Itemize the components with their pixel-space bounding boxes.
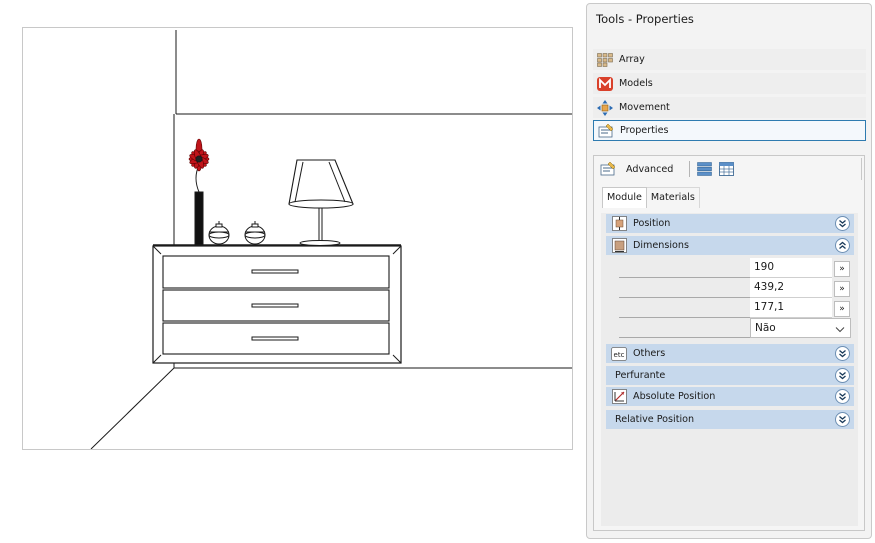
section-absolute-position[interactable]: Absolute Position bbox=[606, 387, 854, 406]
section-position-label: Position bbox=[633, 218, 671, 229]
drawer-handle bbox=[251, 336, 299, 341]
dimension-row-width: 190 » bbox=[619, 258, 851, 278]
tab-module[interactable]: Module bbox=[602, 187, 647, 208]
section-absolute-position-label: Absolute Position bbox=[633, 391, 716, 402]
chevron-double-down-icon[interactable] bbox=[835, 389, 850, 404]
array-icon bbox=[597, 52, 613, 68]
section-relative-position-label: Relative Position bbox=[615, 414, 695, 425]
width-more-button[interactable]: » bbox=[834, 261, 850, 277]
models-button[interactable]: Models bbox=[593, 73, 866, 94]
dimension-row-option: Não bbox=[619, 318, 851, 338]
section-others[interactable]: etc Others bbox=[606, 344, 854, 363]
drawer-handle bbox=[251, 303, 299, 308]
advanced-label[interactable]: Advanced bbox=[626, 164, 673, 175]
toolbar-separator bbox=[689, 161, 691, 177]
table-lamp bbox=[288, 159, 354, 246]
absolute-position-icon bbox=[611, 389, 627, 405]
width-value-field[interactable]: 190 bbox=[750, 258, 832, 278]
movement-button[interactable]: Movement bbox=[593, 97, 866, 118]
scene-viewport[interactable] bbox=[22, 27, 573, 450]
section-perfurante[interactable]: Perfurante bbox=[606, 366, 854, 385]
dimension-row-depth: 177,1 » bbox=[619, 298, 851, 318]
advanced-icon[interactable] bbox=[600, 161, 616, 177]
nightstand bbox=[152, 244, 402, 364]
tools-properties-panel: Tools - Properties Array Models Movement… bbox=[586, 3, 872, 539]
dimension-row-height: 439,2 » bbox=[619, 278, 851, 298]
property-tabs: Module Materials bbox=[602, 187, 700, 208]
floor-diagonal-line bbox=[90, 367, 175, 449]
row-divider bbox=[619, 337, 750, 338]
height-more-button[interactable]: » bbox=[834, 281, 850, 297]
option-select-value: Não bbox=[755, 322, 776, 334]
properties-button[interactable]: Properties bbox=[593, 120, 866, 141]
chevron-double-down-icon[interactable] bbox=[835, 412, 850, 427]
svg-text:etc: etc bbox=[614, 351, 625, 359]
depth-more-button[interactable]: » bbox=[834, 301, 850, 317]
chevron-double-up-icon[interactable] bbox=[835, 238, 850, 253]
chevron-double-down-icon[interactable] bbox=[835, 346, 850, 361]
section-position[interactable]: Position bbox=[606, 214, 854, 233]
properties-label: Properties bbox=[620, 125, 669, 136]
grid-view-icon[interactable] bbox=[718, 161, 734, 177]
models-icon bbox=[597, 76, 613, 92]
height-value-field[interactable]: 439,2 bbox=[750, 278, 832, 298]
list-view-icon[interactable] bbox=[696, 161, 712, 177]
toolbar-edge bbox=[861, 158, 862, 180]
properties-icon bbox=[598, 123, 614, 139]
advanced-toolbar: Advanced bbox=[594, 156, 864, 182]
vase-with-flower bbox=[188, 138, 210, 246]
etc-icon: etc bbox=[611, 346, 627, 362]
models-label: Models bbox=[619, 78, 653, 89]
movement-label: Movement bbox=[619, 102, 670, 113]
panel-title: Tools - Properties bbox=[596, 12, 694, 26]
position-icon bbox=[611, 216, 627, 232]
tab-materials[interactable]: Materials bbox=[646, 187, 700, 208]
array-button[interactable]: Array bbox=[593, 49, 866, 70]
array-label: Array bbox=[619, 54, 645, 65]
properties-container: Advanced Module Materials bbox=[593, 155, 865, 531]
dimensions-icon bbox=[611, 238, 627, 254]
chevron-double-down-icon[interactable] bbox=[835, 216, 850, 231]
section-dimensions-label: Dimensions bbox=[633, 240, 689, 251]
option-select[interactable]: Não bbox=[750, 318, 851, 338]
decor-sphere bbox=[208, 221, 230, 245]
section-others-label: Others bbox=[633, 348, 666, 359]
movement-icon bbox=[597, 99, 613, 116]
depth-value-field[interactable]: 177,1 bbox=[750, 298, 832, 318]
decor-sphere bbox=[244, 221, 266, 245]
scene-drawing bbox=[90, 30, 572, 449]
chevron-double-down-icon[interactable] bbox=[835, 368, 850, 383]
drawer-handle bbox=[251, 269, 299, 274]
chevron-down-icon bbox=[835, 324, 845, 336]
section-perfurante-label: Perfurante bbox=[615, 370, 666, 381]
section-dimensions[interactable]: Dimensions bbox=[606, 236, 854, 255]
section-relative-position[interactable]: Relative Position bbox=[606, 410, 854, 429]
